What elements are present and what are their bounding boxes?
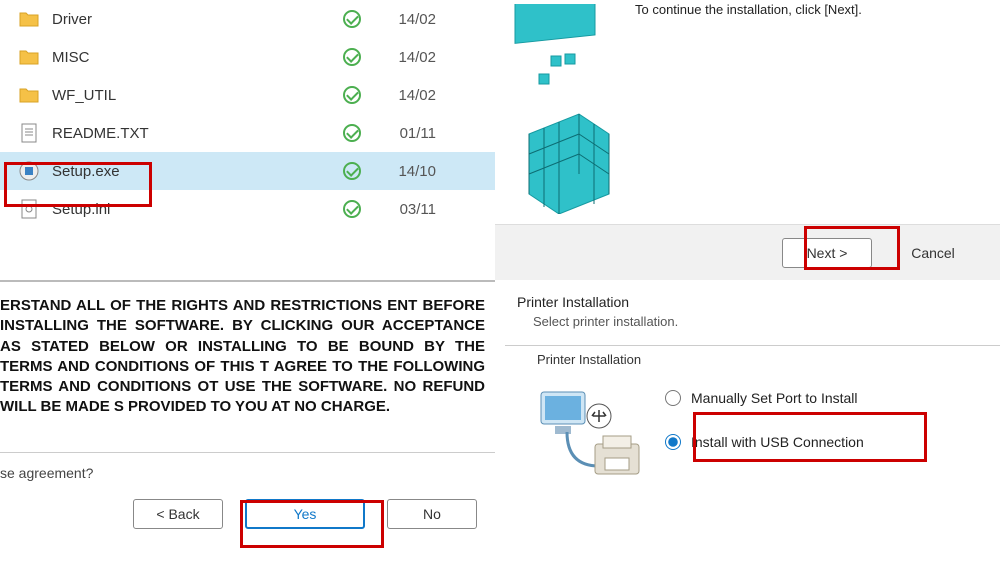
file-explorer-list: Driver 14/02 MISC 14/02 WF_UTIL 14/02 RE… (0, 0, 495, 280)
printer-install-title: Printer Installation (495, 280, 1000, 314)
radio-label: Install with USB Connection (691, 434, 864, 450)
printer-install-subtitle: Select printer installation. (495, 314, 1000, 345)
installer-button-bar: Next > Cancel (495, 224, 1000, 280)
file-date: 14/02 (372, 49, 442, 66)
file-name: Setup.ini (52, 201, 332, 218)
file-name: README.TXT (52, 125, 332, 142)
radio-manual-port[interactable]: Manually Set Port to Install (665, 390, 864, 406)
decorative-cube-art (509, 4, 619, 214)
cancel-button[interactable]: Cancel (888, 238, 978, 268)
status-check-icon (332, 48, 372, 66)
divider (505, 345, 1000, 346)
printer-install-panel: Printer Installation Select printer inst… (495, 280, 1000, 563)
group-label: Printer Installation (531, 352, 647, 367)
radio-usb-connection[interactable]: Install with USB Connection (665, 434, 864, 450)
file-name: WF_UTIL (52, 87, 332, 104)
installer-icon (18, 160, 40, 182)
yes-button[interactable]: Yes (245, 499, 365, 529)
printer-install-group: Printer Installation (525, 362, 982, 526)
license-button-row: < Back Yes No (0, 499, 495, 529)
license-agreement-text: ERSTAND ALL OF THE RIGHTS AND RESTRICTIO… (0, 282, 495, 452)
license-question: se agreement? (0, 452, 495, 499)
file-date: 01/11 (372, 125, 442, 142)
license-agreement-panel: ERSTAND ALL OF THE RIGHTS AND RESTRICTIO… (0, 280, 495, 563)
back-button[interactable]: < Back (133, 499, 223, 529)
status-check-icon (332, 162, 372, 180)
file-date: 14/02 (372, 87, 442, 104)
file-row[interactable]: Driver 14/02 (0, 0, 495, 38)
config-file-icon (18, 198, 40, 220)
file-name: Setup.exe (52, 163, 332, 180)
file-row[interactable]: WF_UTIL 14/02 (0, 76, 495, 114)
file-row[interactable]: README.TXT 01/11 (0, 114, 495, 152)
file-row-setup-exe[interactable]: Setup.exe 14/10 (0, 152, 495, 190)
radio-input-usb[interactable] (665, 434, 681, 450)
status-check-icon (332, 86, 372, 104)
file-name: MISC (52, 49, 332, 66)
status-check-icon (332, 200, 372, 218)
status-check-icon (332, 10, 372, 28)
status-check-icon (332, 124, 372, 142)
folder-icon (18, 46, 40, 68)
file-row[interactable]: Setup.ini 03/11 (0, 190, 495, 228)
no-button[interactable]: No (387, 499, 477, 529)
radio-input-manual[interactable] (665, 390, 681, 406)
file-row[interactable]: MISC 14/02 (0, 38, 495, 76)
folder-icon (18, 8, 40, 30)
installer-message: To continue the installation, click [Nex… (635, 2, 862, 17)
file-name: Driver (52, 11, 332, 28)
folder-icon (18, 84, 40, 106)
radio-label: Manually Set Port to Install (691, 390, 858, 406)
file-date: 14/02 (372, 11, 442, 28)
installer-intro-panel: To continue the installation, click [Nex… (495, 0, 1000, 280)
text-file-icon (18, 122, 40, 144)
printer-usb-icon (537, 386, 647, 486)
file-date: 14/10 (372, 163, 442, 180)
file-date: 03/11 (372, 201, 442, 218)
next-button[interactable]: Next > (782, 238, 872, 268)
